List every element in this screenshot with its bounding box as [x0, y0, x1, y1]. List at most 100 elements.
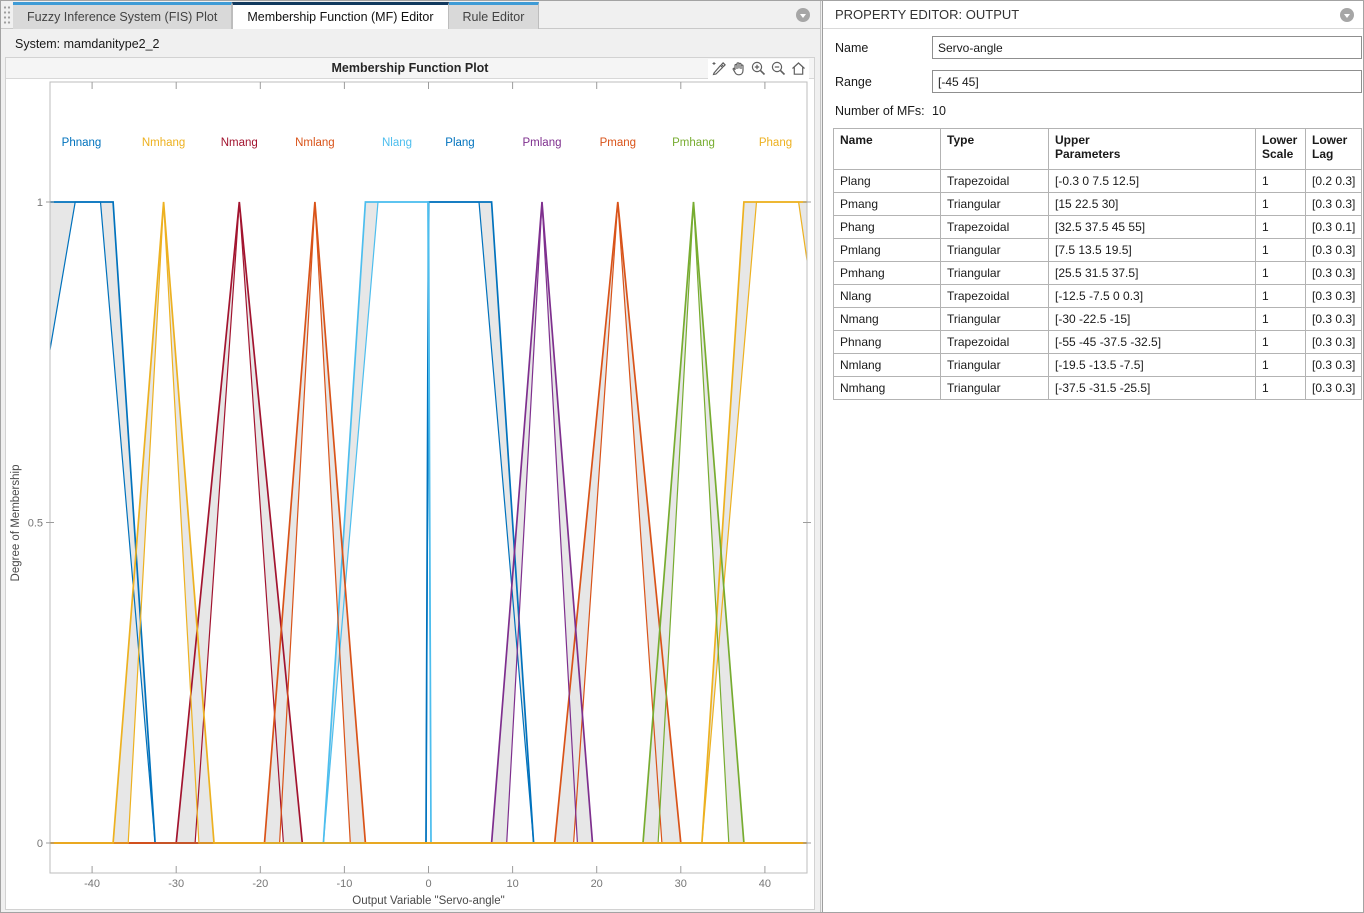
mf-table-cell[interactable]: Triangular	[941, 308, 1049, 331]
mf-table-col-header[interactable]: Upper Parameters	[1049, 129, 1256, 170]
x-axis-tick-label: -20	[252, 878, 268, 890]
mf-table-cell[interactable]: 1	[1256, 308, 1306, 331]
mf-table-cell[interactable]: Triangular	[941, 262, 1049, 285]
mf-table-cell[interactable]: [0.3 0.3]	[1306, 308, 1362, 331]
mf-table-cell[interactable]: Triangular	[941, 354, 1049, 377]
mf-label-nmlang[interactable]: Nmlang	[295, 137, 335, 149]
plot-title: Membership Function Plot	[6, 58, 814, 79]
mf-table-row-nmlang[interactable]: NmlangTriangular[-19.5 -13.5 -7.5]1[0.3 …	[834, 354, 1362, 377]
mf-table-cell[interactable]: [-19.5 -13.5 -7.5]	[1049, 354, 1256, 377]
mf-table-cell[interactable]: Pmang	[834, 193, 941, 216]
mf-table-cell[interactable]: [0.3 0.3]	[1306, 354, 1362, 377]
mf-label-pmhang[interactable]: Pmhang	[672, 137, 715, 149]
mf-table-cell[interactable]: 1	[1256, 285, 1306, 308]
mf-label-nmang[interactable]: Nmang	[221, 137, 258, 149]
mf-table-cell[interactable]: [25.5 31.5 37.5]	[1049, 262, 1256, 285]
mf-table-col-header[interactable]: Lower Lag	[1306, 129, 1362, 170]
tab-strip: Fuzzy Inference System (FIS) Plot Member…	[1, 1, 820, 29]
mf-label-pmang[interactable]: Pmang	[600, 137, 636, 149]
home-icon[interactable]	[790, 60, 807, 78]
mf-table-row-nmhang[interactable]: NmhangTriangular[-37.5 -31.5 -25.5]1[0.3…	[834, 377, 1362, 400]
mf-table-cell[interactable]: Phnang	[834, 331, 941, 354]
pan-hand-icon[interactable]	[730, 60, 747, 78]
mf-table-cell[interactable]: [0.3 0.3]	[1306, 285, 1362, 308]
mf-table-row-pmang[interactable]: PmangTriangular[15 22.5 30]1[0.3 0.3]	[834, 193, 1362, 216]
mf-label-pmlang[interactable]: Pmlang	[523, 137, 562, 149]
mf-table-row-nmang[interactable]: NmangTriangular[-30 -22.5 -15]1[0.3 0.3]	[834, 308, 1362, 331]
mf-table-col-header[interactable]: Lower Scale	[1256, 129, 1306, 170]
property-editor-header: PROPERTY EDITOR: OUTPUT	[823, 1, 1364, 29]
x-axis-tick-label: -30	[168, 878, 184, 890]
tab-fis-plot[interactable]: Fuzzy Inference System (FIS) Plot	[13, 2, 232, 29]
mf-table-cell[interactable]: 1	[1256, 193, 1306, 216]
property-editor-collapse-icon[interactable]	[1340, 8, 1354, 22]
mf-table-cell[interactable]: Triangular	[941, 239, 1049, 262]
mf-table-row-pmlang[interactable]: PmlangTriangular[7.5 13.5 19.5]1[0.3 0.3…	[834, 239, 1362, 262]
edit-brush-icon[interactable]	[710, 60, 727, 78]
mf-table-cell[interactable]: 1	[1256, 216, 1306, 239]
mf-table-cell[interactable]: Plang	[834, 170, 941, 193]
mf-table-row-phnang[interactable]: PhnangTrapezoidal[-55 -45 -37.5 -32.5]1[…	[834, 331, 1362, 354]
y-axis-tick-label: 1	[37, 197, 43, 209]
tab-rule-editor[interactable]: Rule Editor	[449, 2, 540, 29]
mf-table-row-pmhang[interactable]: PmhangTriangular[25.5 31.5 37.5]1[0.3 0.…	[834, 262, 1362, 285]
mf-table-cell[interactable]: 1	[1256, 331, 1306, 354]
zoom-out-icon[interactable]	[770, 60, 787, 78]
mf-table-row-phang[interactable]: PhangTrapezoidal[32.5 37.5 45 55]1[0.3 0…	[834, 216, 1362, 239]
mf-table-cell[interactable]: Pmlang	[834, 239, 941, 262]
zoom-in-icon[interactable]	[750, 60, 767, 78]
x-axis-tick-label: 30	[675, 878, 687, 890]
mf-table-cell[interactable]: [0.2 0.3]	[1306, 170, 1362, 193]
mf-table-cell[interactable]: 1	[1256, 354, 1306, 377]
mf-table-cell[interactable]: [0.3 0.3]	[1306, 331, 1362, 354]
mf-table-col-header[interactable]: Name	[834, 129, 941, 170]
mf-table-cell[interactable]: Nmlang	[834, 354, 941, 377]
mf-label-nmhang[interactable]: Nmhang	[142, 137, 185, 149]
name-field-label: Name	[835, 41, 868, 55]
mf-table-cell[interactable]: [0.3 0.3]	[1306, 262, 1362, 285]
mf-table-cell[interactable]: Trapezoidal	[941, 216, 1049, 239]
mf-table-cell[interactable]: Nmang	[834, 308, 941, 331]
mf-table-cell[interactable]: Pmhang	[834, 262, 941, 285]
mf-table-col-header[interactable]: Type	[941, 129, 1049, 170]
mf-table-cell[interactable]: [32.5 37.5 45 55]	[1049, 216, 1256, 239]
mf-table-cell[interactable]: Triangular	[941, 377, 1049, 400]
mf-table-cell[interactable]: [0.3 0.1]	[1306, 216, 1362, 239]
mf-label-phnang[interactable]: Phnang	[62, 137, 102, 149]
mf-table-cell[interactable]: [7.5 13.5 19.5]	[1049, 239, 1256, 262]
mf-table-cell[interactable]: Trapezoidal	[941, 285, 1049, 308]
mf-table-row-nlang[interactable]: NlangTrapezoidal[-12.5 -7.5 0 0.3]1[0.3 …	[834, 285, 1362, 308]
panel-drag-handle[interactable]	[3, 5, 11, 26]
mf-table-cell[interactable]: Nmhang	[834, 377, 941, 400]
mf-table-cell[interactable]: [-12.5 -7.5 0 0.3]	[1049, 285, 1256, 308]
mf-table-cell[interactable]: [-0.3 0 7.5 12.5]	[1049, 170, 1256, 193]
mf-table-cell[interactable]: [0.3 0.3]	[1306, 193, 1362, 216]
y-axis-label: Degree of Membership	[10, 465, 22, 582]
mf-plot-axes[interactable]: -40-30-20-1001020304000.51Output Variabl…	[6, 79, 814, 909]
mf-table-cell[interactable]: Triangular	[941, 193, 1049, 216]
mf-table-cell[interactable]: [15 22.5 30]	[1049, 193, 1256, 216]
mf-table-cell[interactable]: [0.3 0.3]	[1306, 239, 1362, 262]
panel-collapse-icon[interactable]	[796, 8, 810, 22]
mf-table-cell[interactable]: 1	[1256, 239, 1306, 262]
mf-label-phang[interactable]: Phang	[759, 137, 792, 149]
mf-table-cell[interactable]: [-37.5 -31.5 -25.5]	[1049, 377, 1256, 400]
mf-label-nlang[interactable]: Nlang	[382, 137, 412, 149]
mf-table-cell[interactable]: [0.3 0.3]	[1306, 377, 1362, 400]
mf-table-cell[interactable]: Trapezoidal	[941, 170, 1049, 193]
mf-table-cell[interactable]: 1	[1256, 262, 1306, 285]
mf-table-cell[interactable]: 1	[1256, 377, 1306, 400]
mf-table-row-plang[interactable]: PlangTrapezoidal[-0.3 0 7.5 12.5]1[0.2 0…	[834, 170, 1362, 193]
mf-table-cell[interactable]: [-55 -45 -37.5 -32.5]	[1049, 331, 1256, 354]
range-input[interactable]	[932, 70, 1362, 93]
mf-table-cell[interactable]: [-30 -22.5 -15]	[1049, 308, 1256, 331]
axes-toolbar	[708, 59, 809, 79]
mf-table-cell[interactable]: 1	[1256, 170, 1306, 193]
mf-label-plang[interactable]: Plang	[445, 137, 474, 149]
document-panel: Fuzzy Inference System (FIS) Plot Member…	[1, 1, 821, 912]
mf-table-cell[interactable]: Nlang	[834, 285, 941, 308]
mf-table-cell[interactable]: Trapezoidal	[941, 331, 1049, 354]
mf-table-cell[interactable]: Phang	[834, 216, 941, 239]
name-input[interactable]	[932, 36, 1362, 59]
tab-mf-editor[interactable]: Membership Function (MF) Editor	[232, 2, 448, 29]
